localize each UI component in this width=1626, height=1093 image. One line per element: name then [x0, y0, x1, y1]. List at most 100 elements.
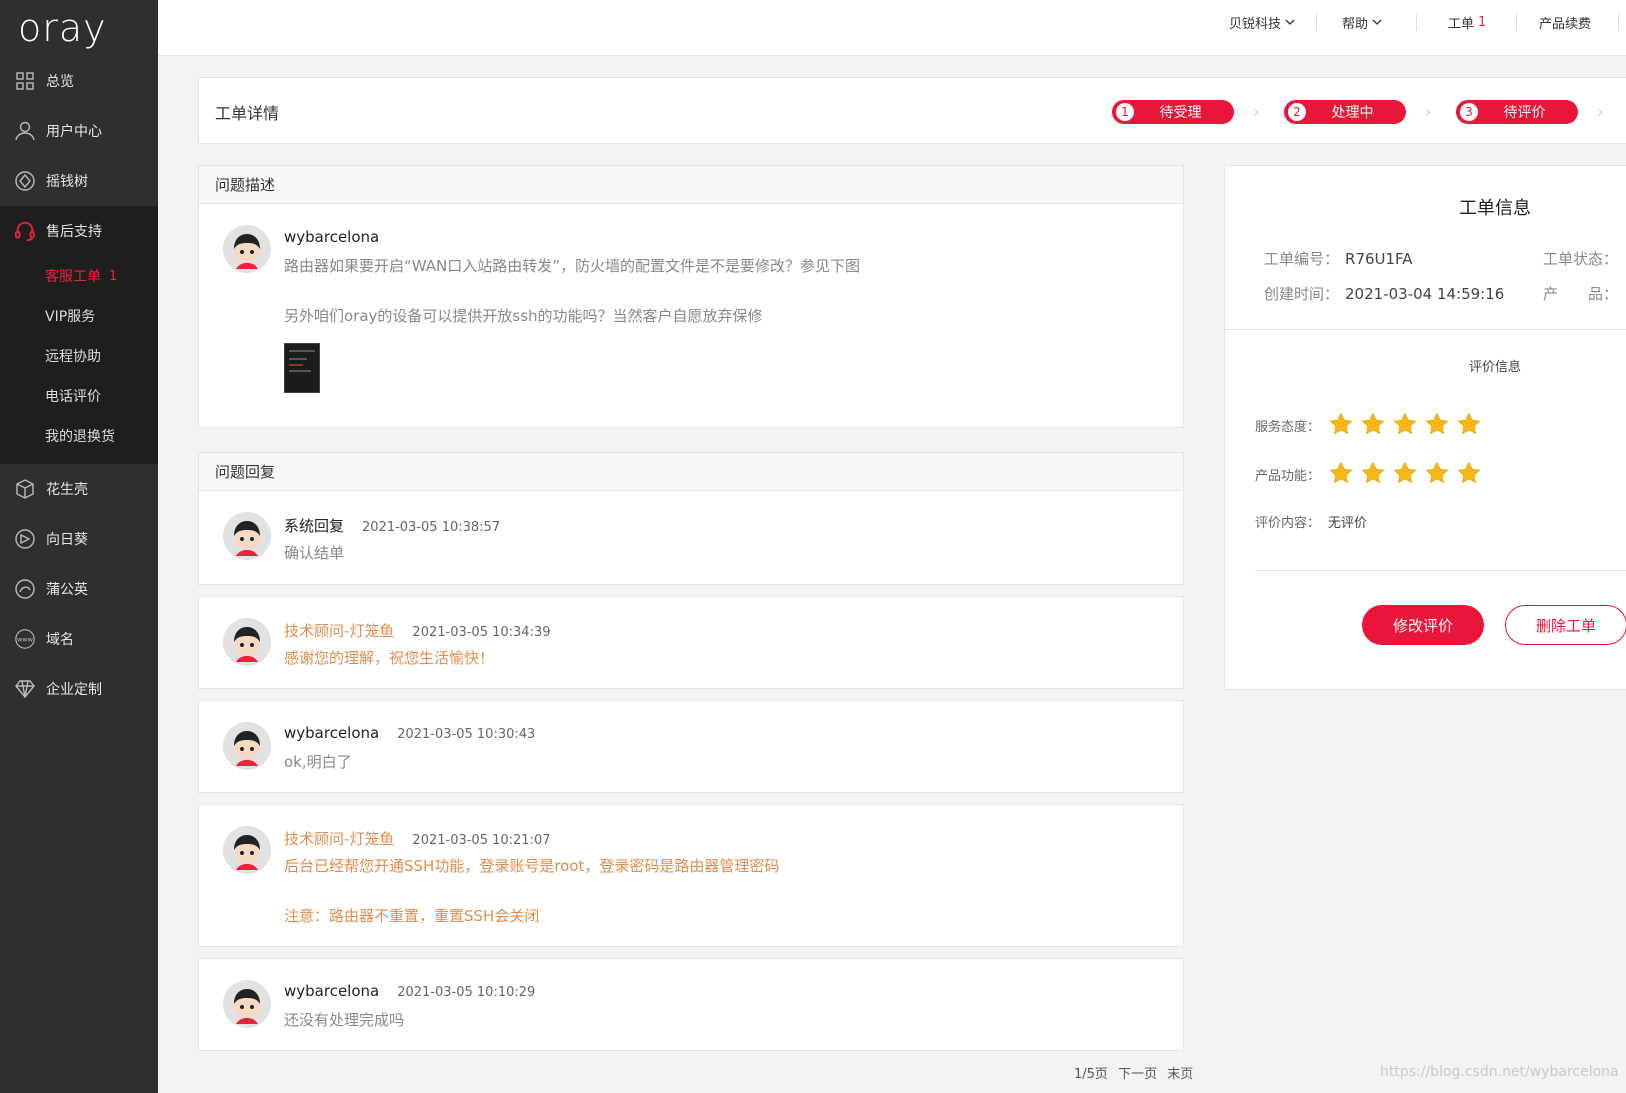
logo-text: oray — [18, 6, 107, 50]
attachment-thumbnail[interactable] — [284, 343, 320, 393]
sidebar-subitem-returns[interactable]: 我的退换货 — [0, 416, 158, 456]
chevron-right-icon: › — [1425, 102, 1432, 121]
sidebar-item-peanut-shell[interactable]: 花生壳 — [0, 464, 158, 514]
star-icon[interactable] — [1457, 412, 1481, 436]
avatar — [223, 722, 271, 770]
reply-item: 技术顾问-灯笼鱼 2021-03-05 10:21:07 后台已经帮您开通SSH功… — [198, 804, 1184, 947]
reply-section: 问题回复 系统回复 2021-03-05 10:38:57 确认结单 — [198, 452, 1184, 585]
sidebar-item-enterprise[interactable]: 企业定制 — [0, 664, 158, 714]
help-menu[interactable]: 帮助 — [1342, 13, 1382, 32]
tree-icon — [14, 170, 36, 192]
renew-label: 产品续费 — [1539, 16, 1592, 32]
sidebar-item-domain[interactable]: www 域名 — [0, 614, 158, 664]
sidebar-item-support[interactable]: 售后支持 — [0, 206, 158, 256]
topbar-divider — [1516, 13, 1517, 31]
reply-text: ok,明白了 — [284, 753, 352, 771]
headset-icon — [14, 220, 36, 242]
ticket-link[interactable]: 工单 1 — [1448, 13, 1487, 32]
step-number: 3 — [1459, 102, 1479, 122]
product-func-label: 产品功能： — [1255, 469, 1321, 484]
step-number: 1 — [1115, 102, 1135, 122]
company-label: 贝锐科技 — [1229, 16, 1282, 32]
star-icon[interactable] — [1393, 461, 1417, 485]
sidebar-item-money-tree[interactable]: 摇钱树 — [0, 156, 158, 206]
reply-timestamp: 2021-03-05 10:34:39 — [412, 625, 551, 640]
pagination: 1/5页 下一页 末页 — [1074, 1063, 1199, 1082]
reply-timestamp: 2021-03-05 10:21:07 — [412, 833, 551, 848]
sidebar-item-dandelion[interactable]: 蒲公英 — [0, 564, 158, 614]
reply-item: wybarcelona 2021-03-05 10:10:29 还没有处理完成吗 — [198, 958, 1184, 1051]
edit-evaluation-button[interactable]: 修改评价 — [1362, 605, 1484, 645]
page-indicator: 1/5页 — [1074, 1067, 1108, 1082]
reply-timestamp: 2021-03-05 10:10:29 — [397, 985, 536, 1000]
reply-text: 后台已经帮您开通SSH功能，登录账号是root，登录密码是路由器管理密码 — [284, 857, 780, 875]
reply-text: 注意：路由器不重置，重置SSH会关闭 — [284, 907, 540, 925]
sidebar-subitem-phone-eval[interactable]: 电话评价 — [0, 376, 158, 416]
sidebar-subitem-tickets[interactable]: 客服工单 1 — [0, 256, 158, 296]
topbar-divider — [1316, 13, 1317, 31]
sunflower-icon — [14, 528, 36, 550]
author-name: wybarcelona — [284, 982, 380, 1000]
ticket-count: 1 — [1478, 14, 1487, 30]
step-to-evaluate: 3 待评价 — [1456, 100, 1578, 124]
company-menu[interactable]: 贝锐科技 — [1229, 13, 1295, 32]
star-icon[interactable] — [1361, 461, 1385, 485]
page-title: 工单详情 — [215, 104, 280, 123]
sidebar-subitem-vip[interactable]: VIP服务 — [0, 296, 158, 336]
help-label: 帮助 — [1342, 16, 1369, 32]
ticket-status-label: 工单状态： — [1543, 250, 1619, 268]
star-icon[interactable] — [1329, 461, 1353, 485]
product-label: 产 品： — [1543, 285, 1619, 303]
subitem-label: 远程协助 — [45, 349, 101, 365]
info-title: 工单信息 — [1459, 198, 1531, 219]
star-icon[interactable] — [1329, 412, 1353, 436]
eval-content-value: 无评价 — [1328, 516, 1368, 531]
logo[interactable]: oray — [0, 0, 158, 56]
author-name: 技术顾问-灯笼鱼 — [284, 830, 395, 848]
reply-text: 还没有处理完成吗 — [284, 1011, 405, 1029]
ticket-status: 工单状态： — [1543, 248, 1618, 269]
author-name: 系统回复 — [284, 517, 345, 535]
avatar — [223, 618, 271, 666]
reply-author: 系统回复 2021-03-05 10:38:57 — [284, 515, 500, 536]
star-icon[interactable] — [1457, 461, 1481, 485]
chevron-down-icon — [1372, 15, 1382, 30]
avatar — [223, 826, 271, 874]
renew-link[interactable]: 产品续费 — [1539, 13, 1592, 32]
star-icon[interactable] — [1425, 461, 1449, 485]
subitem-label: VIP服务 — [45, 309, 96, 325]
next-page-link[interactable]: 下一页 — [1118, 1067, 1157, 1082]
created-time: 创建时间： 2021-03-04 14:59:16 — [1264, 283, 1504, 304]
delete-ticket-button[interactable]: 删除工单 — [1505, 605, 1626, 645]
reply-timestamp: 2021-03-05 10:30:43 — [397, 727, 536, 742]
star-icon[interactable] — [1361, 412, 1385, 436]
sidebar-item-label: 蒲公英 — [46, 582, 88, 598]
star-icon[interactable] — [1393, 412, 1417, 436]
sidebar-subitem-remote[interactable]: 远程协助 — [0, 336, 158, 376]
author-name: 技术顾问-灯笼鱼 — [284, 622, 395, 640]
question-section: 问题描述 wybarcelona 路由器如果要开启“WAN口入站路由转发”，防火… — [198, 165, 1184, 428]
sidebar-item-label: 摇钱树 — [46, 174, 88, 190]
user-icon — [14, 120, 36, 142]
avatar — [223, 980, 271, 1028]
diamond-icon — [14, 678, 36, 700]
step-pending: 1 待受理 — [1112, 100, 1234, 124]
service-rating[interactable] — [1329, 412, 1481, 436]
ticket-count-badge: 1 — [109, 268, 118, 284]
sidebar-item-sunflower[interactable]: 向日葵 — [0, 514, 158, 564]
ticket-label: 工单 — [1448, 16, 1475, 32]
question-text: 另外咱们oray的设备可以提供开放ssh的功能吗？当然客户自愿放弃保修 — [284, 307, 763, 325]
eval-content-label: 评价内容： — [1255, 516, 1321, 531]
sidebar-item-user-center[interactable]: 用户中心 — [0, 106, 158, 156]
sidebar-item-overview[interactable]: 总览 — [0, 56, 158, 106]
star-icon[interactable] — [1425, 412, 1449, 436]
author-name: wybarcelona — [284, 724, 380, 742]
sidebar-item-label: 售后支持 — [46, 224, 102, 240]
svg-text:www: www — [17, 636, 33, 644]
last-page-link[interactable]: 末页 — [1167, 1067, 1193, 1082]
reply-text: 确认结单 — [284, 544, 345, 562]
question-author: wybarcelona — [284, 228, 380, 246]
ticket-id-label: 工单编号： — [1264, 250, 1340, 268]
step-processing: 2 处理中 — [1284, 100, 1406, 124]
product-rating[interactable] — [1329, 461, 1481, 485]
